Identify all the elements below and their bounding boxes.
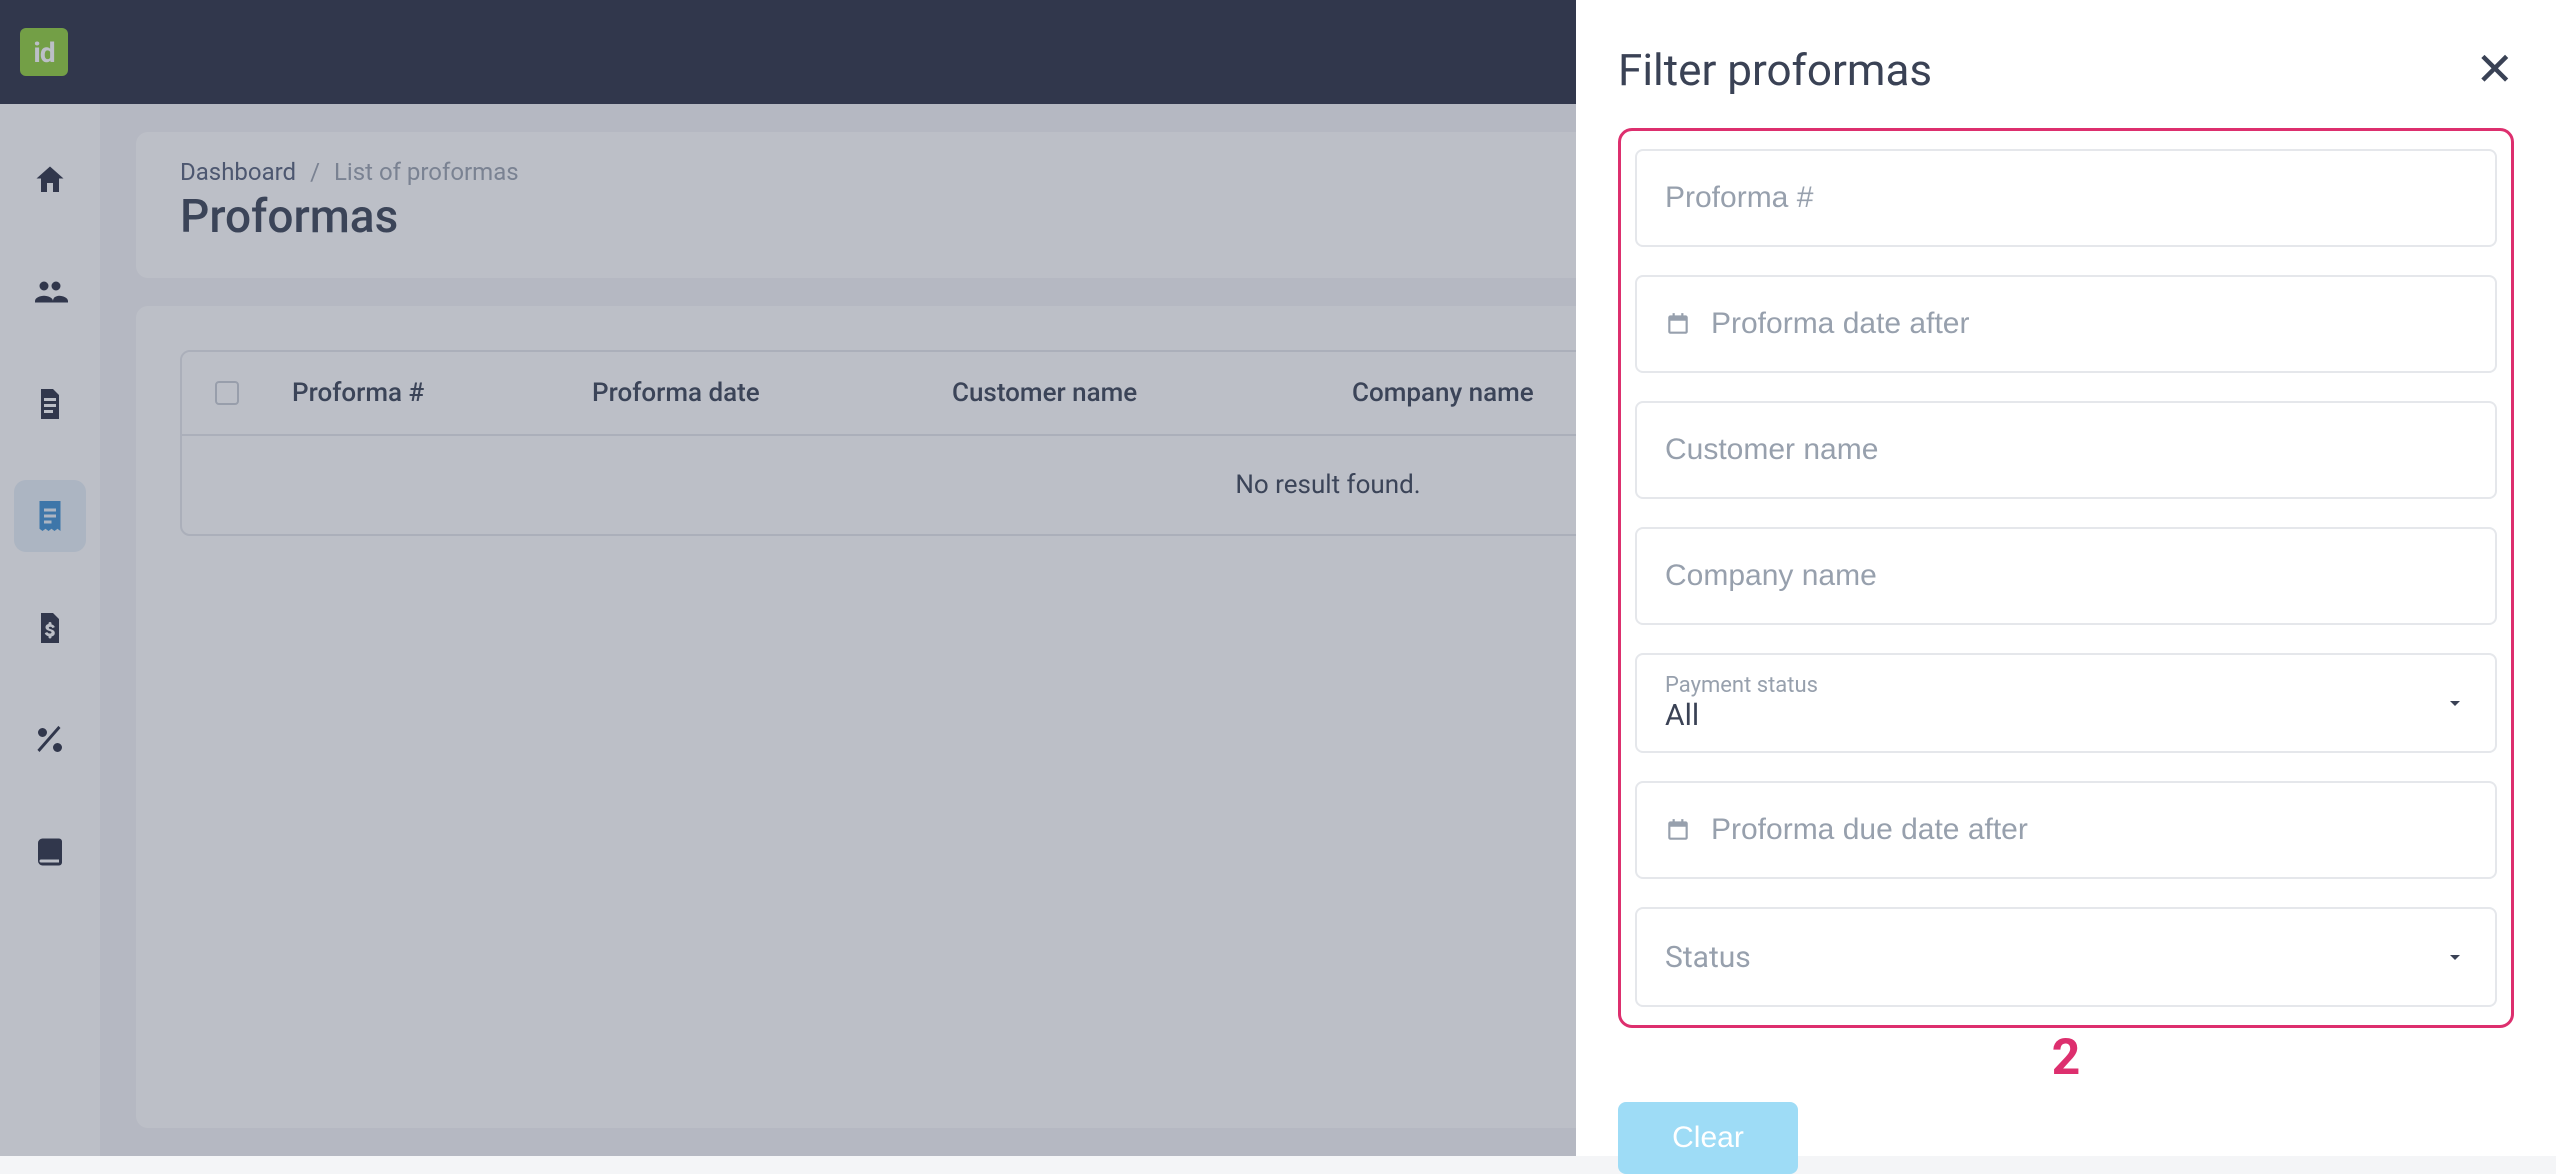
proforma-date-after-field[interactable] bbox=[1635, 275, 2497, 373]
payment-status-value: All bbox=[1665, 698, 2467, 733]
company-name-field[interactable] bbox=[1635, 527, 2497, 625]
clear-button[interactable]: Clear bbox=[1618, 1102, 1798, 1174]
calendar-icon bbox=[1665, 311, 1691, 337]
proforma-due-date-after-input[interactable] bbox=[1711, 813, 2467, 847]
proforma-number-input[interactable] bbox=[1665, 181, 2467, 215]
chevron-down-icon bbox=[2443, 691, 2467, 715]
payment-status-select[interactable]: Payment status All bbox=[1635, 653, 2497, 753]
proforma-date-after-input[interactable] bbox=[1711, 307, 2467, 341]
filter-fields-highlight: Payment status All Status 2 bbox=[1618, 128, 2514, 1028]
filter-drawer: Filter proformas ✕ Payment status All bbox=[1576, 0, 2556, 1156]
drawer-actions: Clear bbox=[1618, 1102, 2514, 1174]
calendar-icon bbox=[1665, 817, 1691, 843]
customer-name-field[interactable] bbox=[1635, 401, 2497, 499]
chevron-down-icon bbox=[2443, 945, 2467, 969]
status-select[interactable]: Status bbox=[1635, 907, 2497, 1007]
drawer-title: Filter proformas bbox=[1618, 44, 1932, 96]
annotation-marker: 2 bbox=[2052, 1029, 2081, 1087]
company-name-input[interactable] bbox=[1665, 559, 2467, 593]
customer-name-input[interactable] bbox=[1665, 433, 2467, 467]
close-icon[interactable]: ✕ bbox=[2475, 47, 2514, 93]
status-placeholder: Status bbox=[1665, 940, 2467, 975]
drawer-header: Filter proformas ✕ bbox=[1618, 44, 2514, 96]
proforma-due-date-after-field[interactable] bbox=[1635, 781, 2497, 879]
proforma-number-field[interactable] bbox=[1635, 149, 2497, 247]
payment-status-label: Payment status bbox=[1665, 673, 2467, 698]
